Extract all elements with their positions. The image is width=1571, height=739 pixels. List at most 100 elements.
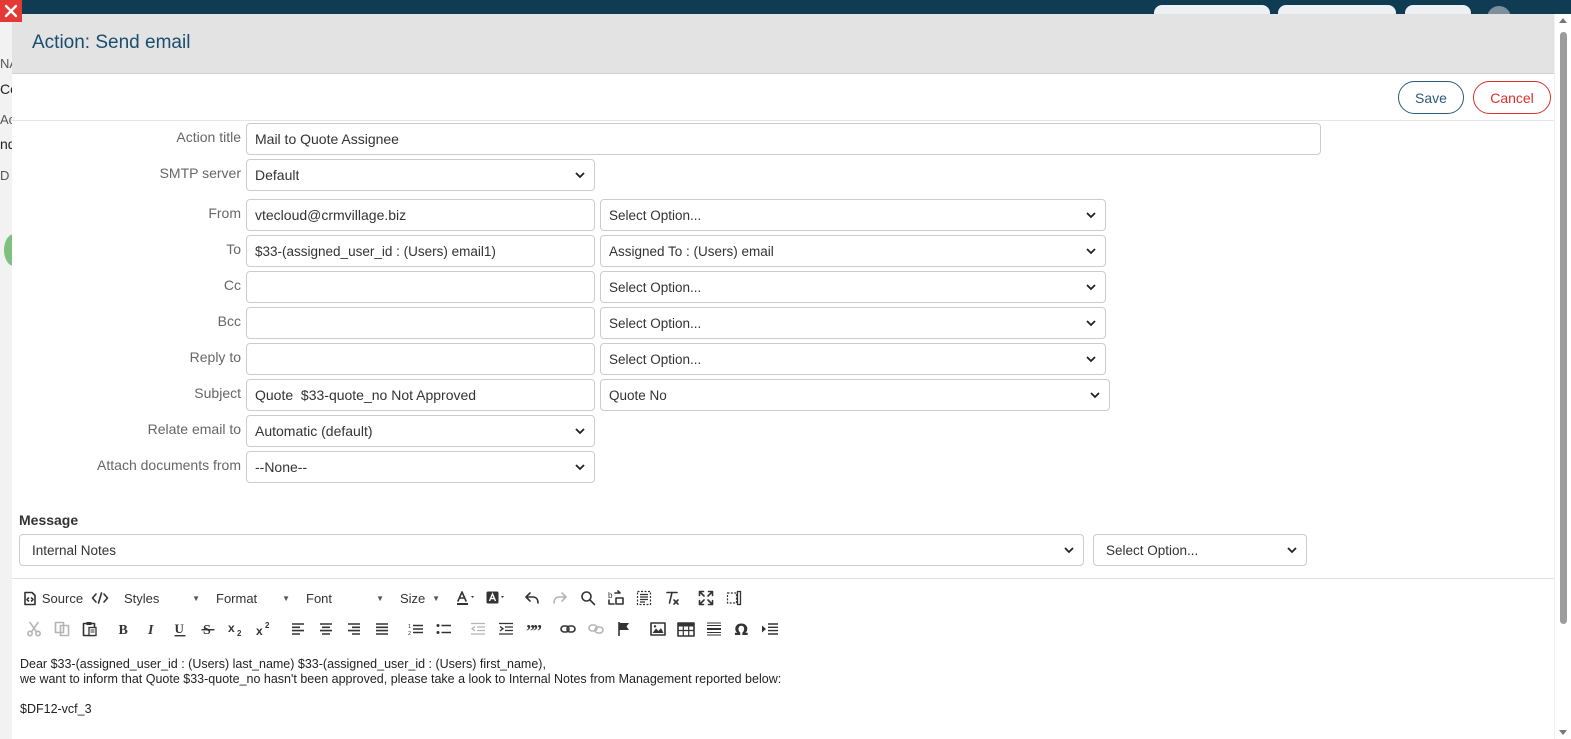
- bcc-label: Bcc: [217, 313, 241, 329]
- subscript-icon: x2: [228, 621, 242, 637]
- save-button[interactable]: Save: [1398, 81, 1464, 114]
- cancel-button[interactable]: Cancel: [1473, 81, 1551, 114]
- undo-icon: [525, 592, 539, 604]
- background-text: nd: [0, 136, 12, 152]
- attach-documents-select[interactable]: --None--: [246, 451, 595, 483]
- cc-field-select[interactable]: Select Option...: [600, 271, 1106, 303]
- to-field-select[interactable]: Assigned To : (Users) email: [600, 235, 1106, 267]
- scroll-up-icon[interactable]: [1559, 18, 1567, 23]
- justify-icon: [376, 623, 388, 635]
- align-left-button[interactable]: [284, 616, 312, 642]
- decrease-indent-button[interactable]: [464, 616, 492, 642]
- strikethrough-button[interactable]: S: [194, 616, 222, 642]
- bcc-field-select[interactable]: Select Option...: [600, 307, 1106, 339]
- bulleted-list-button[interactable]: [430, 616, 458, 642]
- background-text: Ac: [0, 112, 12, 127]
- image-button[interactable]: [644, 616, 672, 642]
- background-color-button[interactable]: [482, 585, 512, 611]
- from-label-wrap: From: [12, 199, 241, 231]
- show-blocks-button[interactable]: [720, 585, 748, 611]
- link-button[interactable]: [554, 616, 582, 642]
- horizontal-line-button[interactable]: [700, 616, 728, 642]
- copy-icon: [54, 621, 70, 637]
- svg-text:Ω: Ω: [735, 621, 749, 637]
- unlink-button[interactable]: [582, 616, 610, 642]
- svg-text:1: 1: [408, 624, 411, 630]
- font-dropdown[interactable]: Font ▼: [296, 585, 390, 611]
- reply-to-field-select[interactable]: Select Option...: [600, 343, 1106, 375]
- subject-input[interactable]: Quote $33-quote_no Not Approved: [246, 379, 595, 411]
- chevron-down-icon: [575, 428, 585, 435]
- align-center-button[interactable]: [312, 616, 340, 642]
- blockquote-button[interactable]: ””: [520, 616, 548, 642]
- styles-dropdown[interactable]: Styles ▼: [114, 585, 206, 611]
- align-right-button[interactable]: [340, 616, 368, 642]
- paste-button[interactable]: [76, 616, 104, 642]
- indent-icon: [499, 622, 513, 635]
- format-dropdown[interactable]: Format ▼: [206, 585, 296, 611]
- cut-button[interactable]: [20, 616, 48, 642]
- search-icon: [581, 591, 596, 606]
- scrollbar-thumb[interactable]: [1560, 32, 1567, 624]
- smtp-server-select[interactable]: Default: [246, 159, 595, 191]
- code-icon: [91, 592, 109, 604]
- relate-email-label: Relate email to: [147, 421, 241, 437]
- action-title-input[interactable]: Mail to Quote Assignee: [246, 123, 1321, 155]
- background-color-icon: [486, 591, 504, 604]
- bold-button[interactable]: B: [110, 616, 138, 642]
- page-break-button[interactable]: [756, 616, 784, 642]
- dropdown-arrow-icon: ▼: [432, 593, 440, 603]
- cc-input[interactable]: [246, 271, 595, 303]
- svg-text:2: 2: [237, 629, 242, 637]
- message-field-select[interactable]: Internal Notes: [19, 534, 1084, 566]
- chevron-down-icon: [1287, 547, 1297, 554]
- justify-button[interactable]: [368, 616, 396, 642]
- redo-button[interactable]: [546, 585, 574, 611]
- background-text: Co: [0, 81, 12, 97]
- from-input[interactable]: vtecloud@crmvillage.biz: [246, 199, 595, 231]
- relate-email-select[interactable]: Automatic (default): [246, 415, 595, 447]
- bcc-label-wrap: Bcc: [12, 307, 241, 339]
- email-body-editor[interactable]: Dear $33-(assigned_user_id : (Users) las…: [20, 657, 781, 717]
- text-color-button[interactable]: [452, 585, 482, 611]
- italic-button[interactable]: I: [138, 616, 166, 642]
- size-dropdown[interactable]: Size ▼: [390, 585, 446, 611]
- align-left-icon: [292, 623, 304, 635]
- copy-button[interactable]: [48, 616, 76, 642]
- code-snippet-button[interactable]: [86, 585, 114, 611]
- paste-icon: [82, 622, 97, 637]
- select-all-button[interactable]: [630, 585, 658, 611]
- undo-button[interactable]: [518, 585, 546, 611]
- reply-to-input[interactable]: [246, 343, 595, 375]
- subscript-button[interactable]: x2: [222, 616, 250, 642]
- to-input[interactable]: $33-(assigned_user_id : (Users) email1): [246, 235, 595, 267]
- replace-button[interactable]: b: [602, 585, 630, 611]
- find-button[interactable]: [574, 585, 602, 611]
- maximize-button[interactable]: [692, 585, 720, 611]
- remove-format-button[interactable]: [658, 585, 686, 611]
- subject-field-select[interactable]: Quote No: [600, 379, 1110, 411]
- numbered-list-button[interactable]: 12: [402, 616, 430, 642]
- background-button: [4, 234, 12, 266]
- reply-to-field-option: Select Option...: [609, 351, 702, 367]
- insert-field-icon: [762, 623, 778, 635]
- remove-format-icon: [666, 591, 679, 605]
- bcc-input[interactable]: [246, 307, 595, 339]
- increase-indent-button[interactable]: [492, 616, 520, 642]
- chevron-down-icon: [1086, 248, 1096, 255]
- source-button[interactable]: Source: [20, 585, 86, 611]
- special-char-button[interactable]: Ω: [728, 616, 756, 642]
- show-blocks-icon: [726, 590, 742, 606]
- anchor-button[interactable]: [610, 616, 638, 642]
- close-modal-button[interactable]: [0, 0, 22, 22]
- editor-toolbar-row-1: Source Styles ▼ Format ▼ Font ▼ Size ▼ b: [20, 585, 748, 611]
- table-button[interactable]: [672, 616, 700, 642]
- message-option-select[interactable]: Select Option...: [1093, 534, 1307, 566]
- blockquote-icon: ””: [526, 622, 542, 636]
- attach-documents-label-wrap: Attach documents from: [12, 451, 241, 483]
- from-field-select[interactable]: Select Option...: [600, 199, 1106, 231]
- vertical-scrollbar[interactable]: [1554, 14, 1571, 739]
- scroll-down-icon[interactable]: [1559, 730, 1567, 735]
- superscript-button[interactable]: x2: [250, 616, 278, 642]
- underline-button[interactable]: U: [166, 616, 194, 642]
